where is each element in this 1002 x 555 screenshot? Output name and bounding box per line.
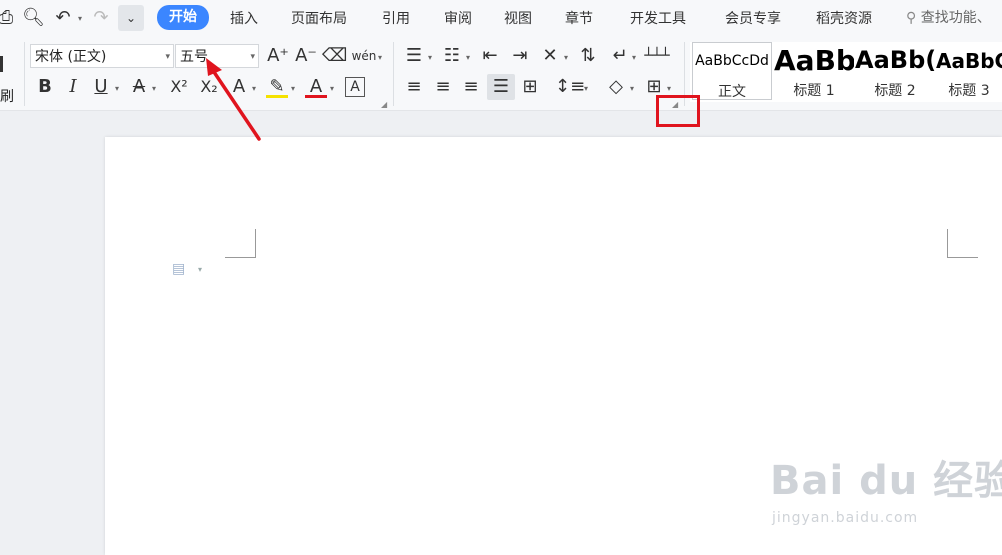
watermark: Bai du 经验 jingyan.baidu.com bbox=[770, 448, 1002, 538]
watermark-logo: Bai du 经验 bbox=[770, 458, 1002, 504]
annotation-highlight-box bbox=[656, 95, 700, 127]
watermark-url: jingyan.baidu.com bbox=[772, 510, 919, 526]
